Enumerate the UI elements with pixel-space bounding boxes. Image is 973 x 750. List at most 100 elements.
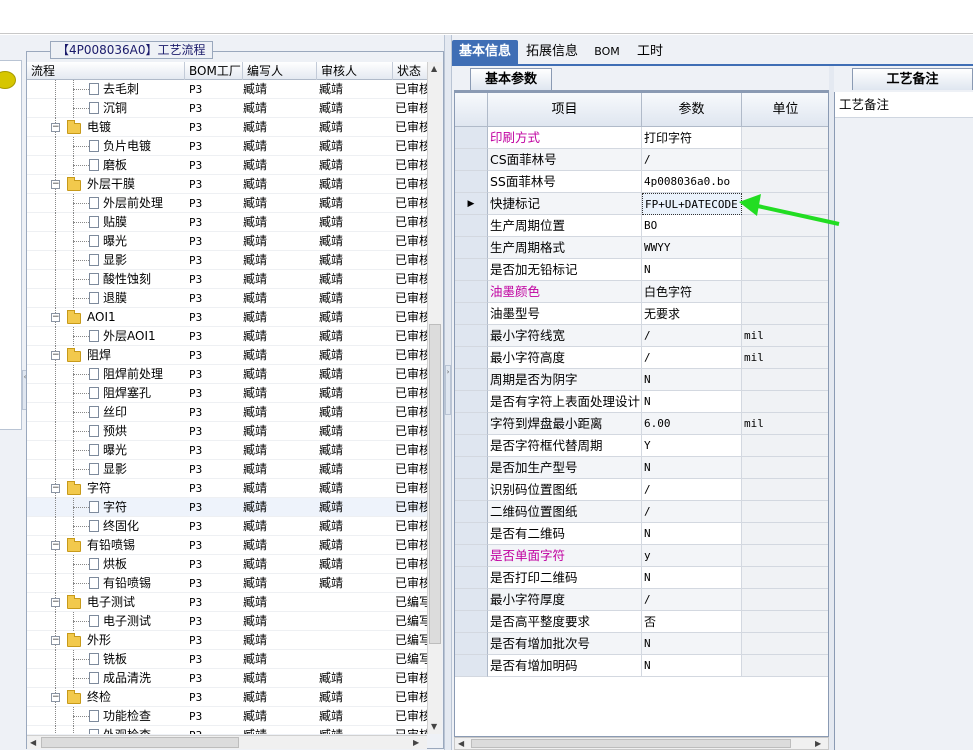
param-value-cell[interactable]: N: [642, 567, 742, 589]
row-indicator[interactable]: [455, 303, 488, 325]
param-row[interactable]: 是否高平整度要求否: [455, 611, 828, 633]
param-row[interactable]: 是否有增加明码 N: [455, 655, 828, 677]
tree-row[interactable]: 阻焊前处理 P3 臧靖 臧靖 已审核: [27, 365, 427, 384]
param-value-cell[interactable]: 4p008036a0.bo: [642, 171, 742, 193]
column-header-param[interactable]: 参数: [642, 93, 742, 127]
row-indicator[interactable]: [455, 325, 488, 347]
tree-row[interactable]: 有铅喷锡 P3 臧靖 臧靖 已审核: [27, 574, 427, 593]
param-row[interactable]: 是否字符框代替周期 Y: [455, 435, 828, 457]
tree-row[interactable]: 显影 P3 臧靖 臧靖 已审核: [27, 251, 427, 270]
param-unit-cell[interactable]: mil: [742, 347, 828, 369]
tree-row[interactable]: 退膜 P3 臧靖 臧靖 已审核: [27, 289, 427, 308]
param-value-cell[interactable]: N: [642, 457, 742, 479]
row-indicator[interactable]: [455, 589, 488, 611]
tree-row[interactable]: 磨板 P3 臧靖 臧靖 已审核: [27, 156, 427, 175]
tab-basic-info[interactable]: 基本信息: [452, 40, 518, 64]
tree-vertical-scrollbar[interactable]: ▲ ▼: [427, 62, 442, 734]
tree-row[interactable]: 字符 P3 臧靖 臧靖 已审核: [27, 498, 427, 517]
column-header-unit[interactable]: 单位: [742, 93, 828, 127]
main-splitter-handle[interactable]: ›: [445, 365, 451, 415]
tree-group-row[interactable]: − 外层干膜 P3 臧靖 臧靖 已审核: [27, 175, 427, 194]
param-unit-cell[interactable]: [742, 369, 828, 391]
tab-basic-params[interactable]: 基本参数: [470, 68, 552, 90]
process-tree-grid[interactable]: 流程 BOM工厂 编写人 审核人 状态 去毛刺 P3 臧靖 臧靖 已审核 沉铜 P3 臧靖 臧靖…: [27, 62, 427, 734]
param-row[interactable]: 生产周期格式 WWYY: [455, 237, 828, 259]
row-indicator[interactable]: [455, 545, 488, 567]
param-unit-cell[interactable]: [742, 633, 828, 655]
param-unit-cell[interactable]: [742, 567, 828, 589]
param-unit-cell[interactable]: [742, 171, 828, 193]
row-indicator[interactable]: [455, 171, 488, 193]
param-unit-cell[interactable]: mil: [742, 413, 828, 435]
param-value-cell[interactable]: 否: [642, 611, 742, 633]
param-value-cell[interactable]: /: [642, 479, 742, 501]
param-unit-cell[interactable]: [742, 127, 828, 149]
collapse-toggle-icon[interactable]: −: [51, 636, 60, 645]
tree-row[interactable]: 阻焊塞孔 P3 臧靖 臧靖 已审核: [27, 384, 427, 403]
collapse-toggle-icon[interactable]: −: [51, 541, 60, 550]
param-row[interactable]: CS面菲林号 /: [455, 149, 828, 171]
scroll-up-icon[interactable]: ▲: [431, 64, 437, 73]
param-row[interactable]: 周期是否为阴字 N: [455, 369, 828, 391]
param-row[interactable]: 是否有二维码 N: [455, 523, 828, 545]
tab-work-hours[interactable]: 工时: [632, 40, 668, 64]
collapse-toggle-icon[interactable]: −: [51, 484, 60, 493]
param-value-cell[interactable]: /: [642, 589, 742, 611]
param-hscroll-thumb[interactable]: [471, 739, 791, 748]
row-indicator[interactable]: [455, 391, 488, 413]
scroll-right-icon[interactable]: ▶: [815, 739, 821, 748]
tree-row[interactable]: 铣板 P3 臧靖 已编写: [27, 650, 427, 669]
param-row[interactable]: 是否加生产型号 N: [455, 457, 828, 479]
param-unit-cell[interactable]: [742, 281, 828, 303]
tree-row[interactable]: 电子测试 P3 臧靖 已编写: [27, 612, 427, 631]
row-indicator[interactable]: [455, 435, 488, 457]
tree-row[interactable]: 去毛刺 P3 臧靖 臧靖 已审核: [27, 80, 427, 99]
tree-row[interactable]: 沉铜 P3 臧靖 臧靖 已审核: [27, 99, 427, 118]
param-row[interactable]: SS面菲林号 4p008036a0.bo: [455, 171, 828, 193]
collapse-toggle-icon[interactable]: −: [51, 351, 60, 360]
param-value-cell[interactable]: N: [642, 391, 742, 413]
tree-group-row[interactable]: − 电镀 P3 臧靖 臧靖 已审核: [27, 118, 427, 137]
param-unit-cell[interactable]: [742, 391, 828, 413]
tree-group-row[interactable]: − AOI1 P3 臧靖 臧靖 已审核: [27, 308, 427, 327]
tree-row[interactable]: 预烘 P3 臧靖 臧靖 已审核: [27, 422, 427, 441]
param-row[interactable]: 字符到焊盘最小距离 6.00 mil: [455, 413, 828, 435]
tree-hscroll-thumb[interactable]: [41, 737, 239, 748]
param-row[interactable]: 最小字符厚度 /: [455, 589, 828, 611]
param-horizontal-scrollbar[interactable]: ◀ ▶: [454, 737, 829, 750]
param-value-cell[interactable]: N: [642, 369, 742, 391]
param-unit-cell[interactable]: [742, 259, 828, 281]
param-row[interactable]: 是否加无铅标记 N: [455, 259, 828, 281]
tree-group-row[interactable]: − 字符 P3 臧靖 臧靖 已审核: [27, 479, 427, 498]
row-indicator[interactable]: [455, 523, 488, 545]
param-value-cell[interactable]: N: [642, 633, 742, 655]
param-row[interactable]: 是否有增加批次号 N: [455, 633, 828, 655]
row-indicator[interactable]: [455, 633, 488, 655]
tree-group-row[interactable]: − 终检 P3 臧靖 臧靖 已审核: [27, 688, 427, 707]
row-indicator[interactable]: [455, 479, 488, 501]
param-row[interactable]: 最小字符高度 / mil: [455, 347, 828, 369]
row-indicator[interactable]: [455, 413, 488, 435]
tree-row[interactable]: 丝印 P3 臧靖 臧靖 已审核: [27, 403, 427, 422]
tree-row[interactable]: 烘板 P3 臧靖 臧靖 已审核: [27, 555, 427, 574]
column-header-reviewer[interactable]: 审核人: [317, 62, 393, 80]
param-value-cell[interactable]: 打印字符: [642, 127, 742, 149]
row-indicator[interactable]: [455, 567, 488, 589]
column-header-status[interactable]: 状态: [393, 62, 427, 80]
param-value-cell[interactable]: N: [642, 523, 742, 545]
param-row[interactable]: 油墨颜色 白色字符: [455, 281, 828, 303]
tree-row[interactable]: 外层AOI1 P3 臧靖 臧靖 已审核: [27, 327, 427, 346]
tree-row[interactable]: 曝光 P3 臧靖 臧靖 已审核: [27, 441, 427, 460]
param-row[interactable]: 是否打印二维码 N: [455, 567, 828, 589]
scroll-left-icon[interactable]: ◀: [458, 739, 464, 748]
tree-scroll-thumb[interactable]: [429, 324, 441, 644]
param-value-cell[interactable]: N: [642, 655, 742, 677]
column-header-bom[interactable]: BOM工厂: [185, 62, 243, 80]
parameter-grid[interactable]: 项目 参数 单位 印刷方式 打印字符 CS面菲林号 / SS面菲林号 4p008036a0…: [454, 92, 829, 737]
row-indicator[interactable]: [455, 215, 488, 237]
param-unit-cell[interactable]: [742, 611, 828, 633]
collapse-toggle-icon[interactable]: −: [51, 693, 60, 702]
column-header-writer[interactable]: 编写人: [243, 62, 317, 80]
param-row[interactable]: 最小字符线宽 / mil: [455, 325, 828, 347]
tree-row[interactable]: 贴膜 P3 臧靖 臧靖 已审核: [27, 213, 427, 232]
